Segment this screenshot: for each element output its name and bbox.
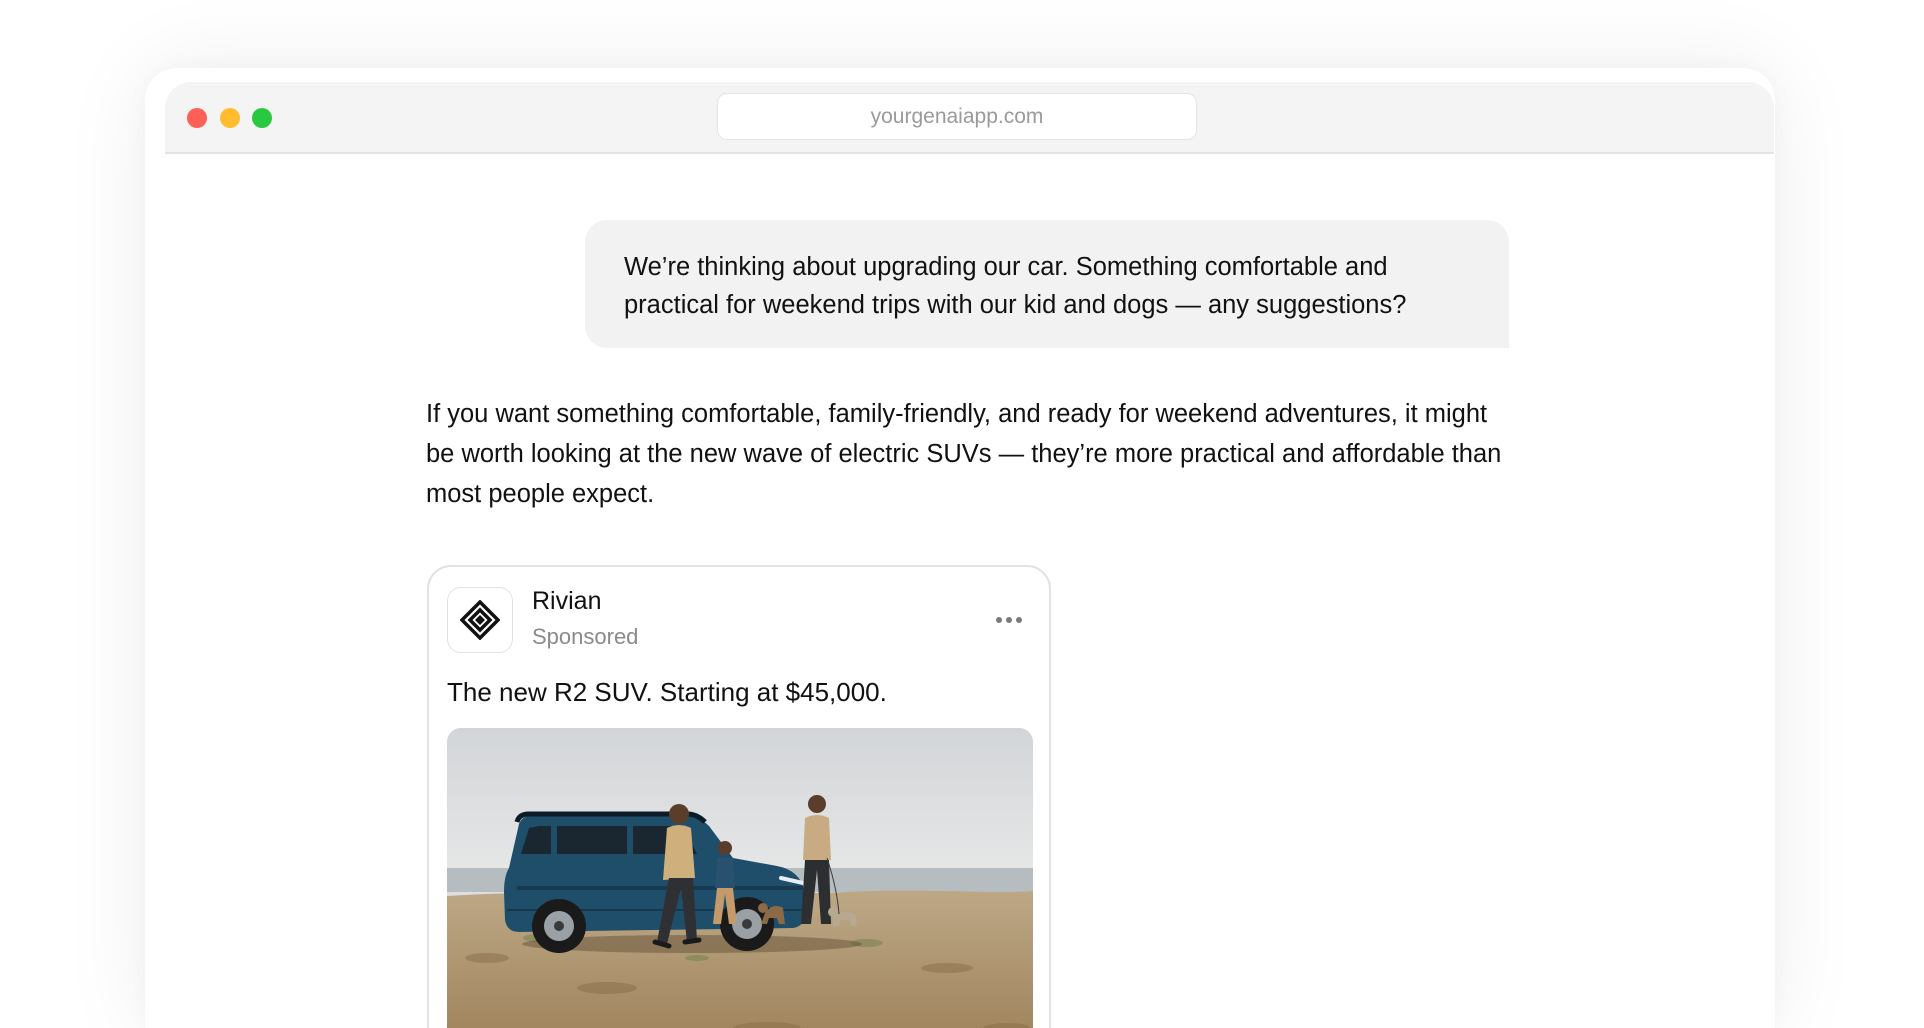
assistant-message: If you want something comfortable, famil… <box>426 394 1516 514</box>
assistant-message-text: If you want something comfortable, famil… <box>426 400 1502 508</box>
browser-title-bar: yourgenaiapp.com <box>165 82 1774 154</box>
minimize-window-button[interactable] <box>220 108 240 128</box>
maximize-window-button[interactable] <box>252 108 272 128</box>
sponsored-ad-card[interactable]: Rivian Sponsored The new R2 SUV. Startin… <box>427 565 1051 1028</box>
close-window-button[interactable] <box>187 108 207 128</box>
address-bar-url: yourgenaiapp.com <box>870 104 1044 128</box>
user-message-bubble: We’re thinking about upgrading our car. … <box>585 220 1509 348</box>
more-options-icon[interactable] <box>994 611 1024 629</box>
ad-sponsored-label: Sponsored <box>532 624 639 649</box>
address-bar[interactable]: yourgenaiapp.com <box>717 93 1197 140</box>
ad-brand-name[interactable]: Rivian <box>532 587 601 616</box>
ad-headline: The new R2 SUV. Starting at $45,000. <box>447 677 887 707</box>
user-message-text: We’re thinking about upgrading our car. … <box>624 253 1407 319</box>
rivian-logo-icon <box>447 587 513 653</box>
ad-suv-family-image[interactable] <box>447 728 1033 1028</box>
browser-window: yourgenaiapp.com We’re thinking about up… <box>145 68 1775 1028</box>
